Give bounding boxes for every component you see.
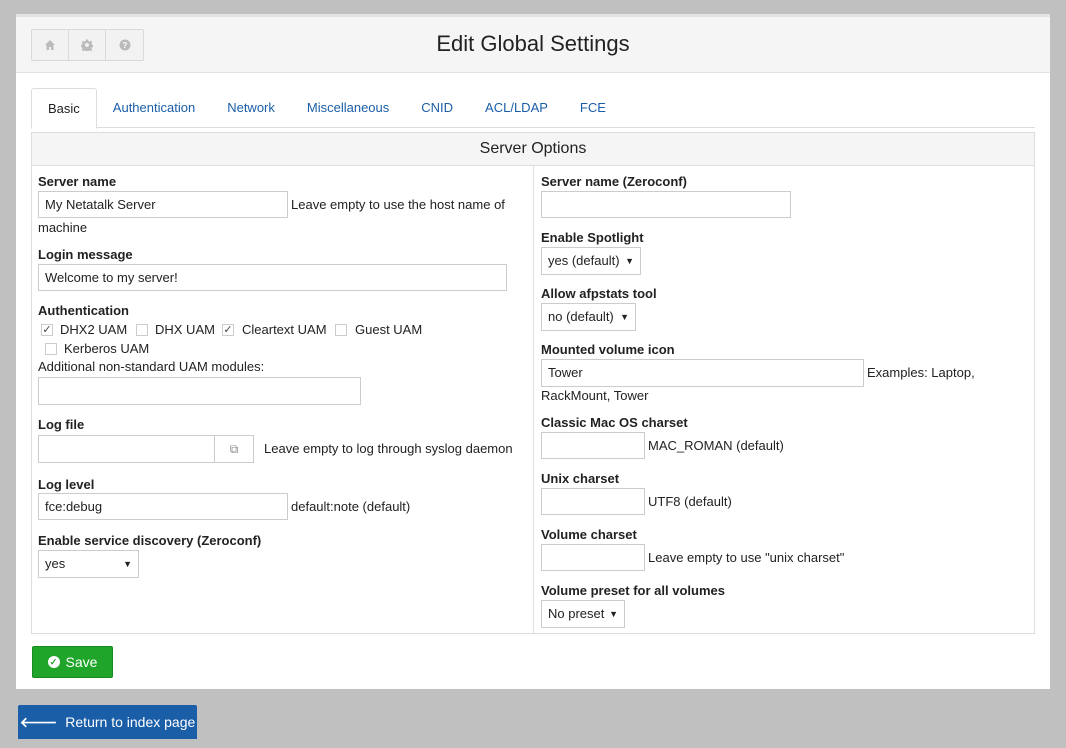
caret-down-icon: ▼ — [123, 559, 132, 569]
dhx-uam-checkbox[interactable] — [136, 324, 148, 336]
dhx2-uam-label: DHX2 UAM — [60, 322, 128, 337]
cleartext-uam-checkbox[interactable]: ✓ — [222, 324, 234, 336]
volume-icon-hint: Examples: Laptop, — [867, 365, 975, 380]
tab-miscellaneous[interactable]: Miscellaneous — [291, 88, 405, 127]
kerberos-uam-checkbox[interactable] — [45, 343, 57, 355]
server-name-input[interactable]: My Netatalk Server — [38, 191, 288, 218]
afpstats-select[interactable]: no (default) ▼ — [541, 303, 636, 331]
server-name-hint-cont: machine — [38, 220, 88, 235]
volume-preset-select-value: No preset — [548, 606, 605, 621]
mac-charset-hint: MAC_ROMAN (default) — [648, 438, 784, 453]
save-button-label: Save — [65, 654, 98, 670]
mac-charset-label: Classic Mac OS charset — [541, 415, 688, 430]
server-name-label: Server name — [38, 174, 117, 189]
tab-cnid[interactable]: CNID — [405, 88, 469, 127]
log-file-browse-button[interactable]: ⧉ — [215, 435, 254, 463]
return-button-label: Return to index page — [65, 714, 196, 730]
tab-network[interactable]: Network — [211, 88, 291, 127]
mac-charset-input[interactable] — [541, 432, 645, 459]
guest-uam-label: Guest UAM — [355, 322, 423, 337]
volume-icon-label: Mounted volume icon — [541, 342, 675, 357]
tab-authentication[interactable]: Authentication — [97, 88, 211, 127]
page-title: Edit Global Settings — [436, 31, 630, 56]
login-message-input[interactable]: Welcome to my server! — [38, 264, 507, 291]
server-name-zeroconf-input[interactable] — [541, 191, 791, 218]
afpstats-select-value: no (default) — [548, 309, 614, 324]
right-column: Server name (Zeroconf) Enable Spotlight … — [534, 166, 1034, 633]
unix-charset-label: Unix charset — [541, 471, 620, 486]
authentication-label: Authentication — [38, 303, 129, 318]
spotlight-select[interactable]: yes (default) ▼ — [541, 247, 641, 275]
kerberos-uam-label: Kerberos UAM — [64, 341, 150, 356]
cleartext-uam-label: Cleartext UAM — [242, 322, 327, 337]
panel-header: ? Edit Global Settings — [16, 17, 1050, 73]
caret-down-icon: ▼ — [625, 256, 634, 266]
volume-preset-label: Volume preset for all volumes — [541, 583, 725, 598]
section-title: Server Options — [32, 133, 1034, 166]
left-column: Server name My Netatalk Server Leave emp… — [32, 166, 534, 633]
zeroconf-select-value: yes — [45, 556, 66, 571]
login-message-label: Login message — [38, 247, 133, 262]
tab-fce[interactable]: FCE — [564, 88, 622, 127]
server-name-zeroconf-label: Server name (Zeroconf) — [541, 174, 687, 189]
copy-icon: ⧉ — [229, 441, 239, 456]
dhx-uam-label: DHX UAM — [155, 322, 215, 337]
log-file-hint: Leave empty to log through syslog daemon — [264, 441, 513, 456]
tab-basic[interactable]: Basic — [31, 88, 97, 129]
unix-charset-hint: UTF8 (default) — [648, 494, 732, 509]
arrow-left-icon: 🡐 — [19, 713, 58, 730]
log-level-input[interactable]: fce:debug — [38, 493, 288, 520]
settings-panel: ? Edit Global Settings Basic Authenticat… — [16, 14, 1050, 689]
afpstats-label: Allow afpstats tool — [541, 286, 657, 301]
volume-icon-hint-cont: RackMount, Tower — [541, 388, 649, 403]
volume-charset-hint: Leave empty to use "unix charset" — [648, 550, 845, 565]
log-level-label: Log level — [38, 477, 95, 492]
tab-bar: Basic Authentication Network Miscellaneo… — [31, 88, 1035, 129]
tab-acl-ldap[interactable]: ACL/LDAP — [469, 88, 564, 127]
volume-charset-input[interactable] — [541, 544, 645, 571]
guest-uam-checkbox[interactable] — [335, 324, 347, 336]
volume-charset-label: Volume charset — [541, 527, 637, 542]
zeroconf-select[interactable]: yes ▼ — [38, 550, 139, 578]
additional-uam-input[interactable] — [38, 377, 361, 405]
unix-charset-input[interactable] — [541, 488, 645, 515]
volume-preset-select[interactable]: No preset ▼ — [541, 600, 625, 628]
spotlight-label: Enable Spotlight — [541, 230, 644, 245]
caret-down-icon: ▼ — [609, 609, 618, 619]
server-name-hint: Leave empty to use the host name of — [291, 197, 505, 212]
zeroconf-label: Enable service discovery (Zeroconf) — [38, 533, 262, 548]
check-circle-icon: ✓ — [47, 656, 60, 668]
caret-down-icon: ▼ — [620, 312, 629, 322]
volume-icon-input[interactable]: Tower — [541, 359, 864, 387]
dhx2-uam-checkbox[interactable]: ✓ — [41, 324, 53, 336]
log-level-hint: default:note (default) — [291, 499, 411, 514]
log-file-input[interactable] — [38, 435, 215, 463]
return-to-index-button[interactable]: 🡐 Return to index page — [18, 705, 197, 739]
log-file-label: Log file — [38, 417, 85, 432]
spotlight-select-value: yes (default) — [548, 253, 620, 268]
save-button[interactable]: ✓ Save — [32, 646, 113, 678]
server-options-section: Server Options Server name My Netatalk S… — [31, 132, 1035, 634]
additional-uam-label: Additional non-standard UAM modules: — [38, 359, 265, 374]
